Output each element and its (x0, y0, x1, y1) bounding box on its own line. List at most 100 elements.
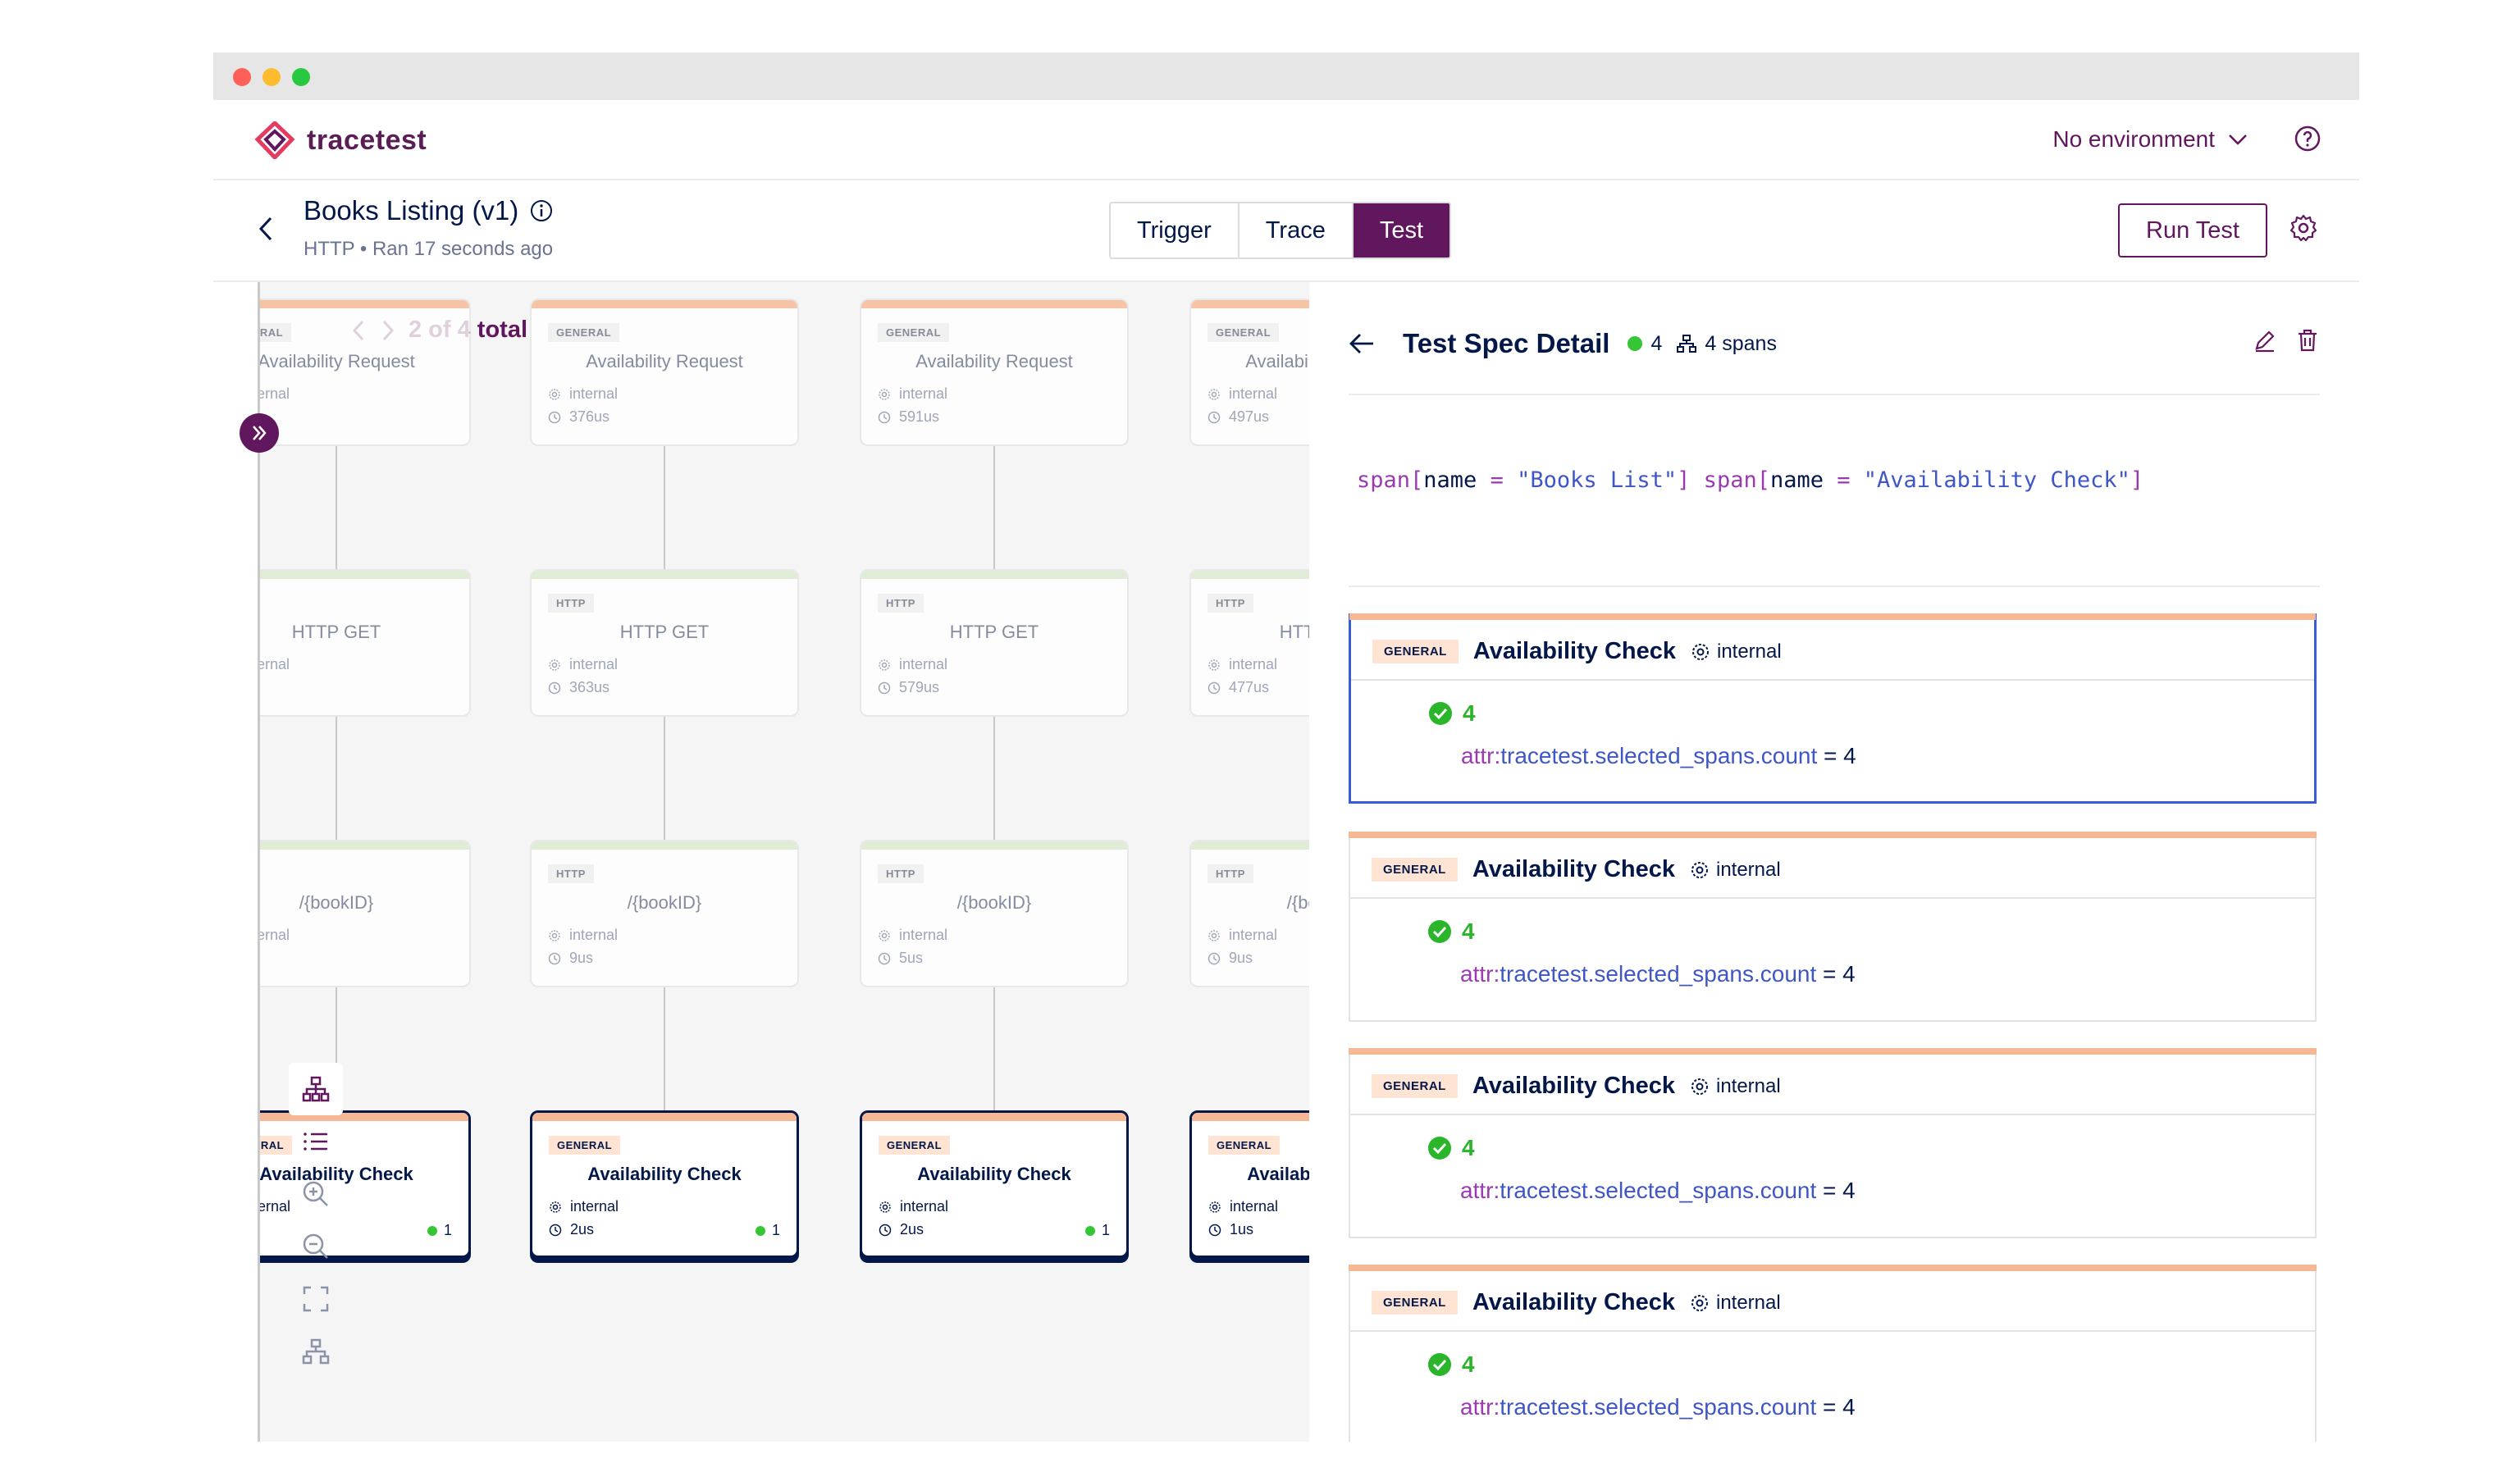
span-kind-text: internal (1229, 656, 1278, 672)
logo-icon (254, 121, 295, 159)
passed-count: 4 (1650, 331, 1663, 355)
assertion-card[interactable]: GENERAL Availability Check internal 4 attr:t… (1349, 1048, 2317, 1238)
back-button[interactable] (256, 215, 276, 247)
span-type-band (532, 841, 797, 850)
tree-layout-button[interactable] (289, 1063, 343, 1115)
card-span-name: Availability Check (1472, 856, 1675, 882)
span-node[interactable]: HTTP GETinternal (259, 569, 471, 717)
trash-icon[interactable] (2295, 328, 2320, 353)
span-node[interactable]: GENERAL Availability Request internal (259, 299, 471, 446)
span-type-band (861, 841, 1127, 850)
span-node[interactable]: GENERAL Availability Request internal 497us (1189, 299, 1309, 446)
span-name: HTTP GET (291, 622, 381, 642)
assertion-card[interactable]: GENERAL Availability Check internal 4 attr:t… (1349, 1265, 2317, 1442)
kind-gear-icon (550, 1201, 561, 1213)
double-chevron-right-icon (253, 426, 267, 440)
span-type-badge: HTTP (1208, 864, 1253, 883)
list-view-button[interactable] (289, 1115, 343, 1168)
span-name: /{bookID} (956, 892, 1032, 913)
count-text: 1 (771, 1222, 780, 1238)
span-node[interactable]: /{bookID} internal (259, 840, 471, 987)
span-kind: internal (1208, 927, 1277, 944)
span-node[interactable]: HTTP HTTP GET internal 363us (530, 569, 799, 717)
span-kind-text: internal (569, 927, 619, 943)
span-duration: 591us (878, 408, 939, 426)
span-name: /{bookID} (1286, 892, 1309, 913)
tab-trigger[interactable]: Trigger (1111, 203, 1239, 258)
kind-gear-icon (879, 929, 890, 941)
span-node[interactable]: GENERAL Availability Request internal 376us (530, 299, 799, 446)
card-divider (1350, 1114, 2315, 1115)
card-span-kind: internal (1690, 1292, 1781, 1315)
span-selector-query[interactable]: span[name = "Books List"] span[name = "A… (1357, 467, 2143, 493)
span-name: Availability Check (917, 1164, 1071, 1184)
span-type-band (1191, 571, 1309, 579)
span-node[interactable]: HTTP /{bookID} internal 9us (1189, 840, 1309, 987)
span-duration-text: 579us (899, 679, 940, 695)
card-kind-text: internal (1715, 1291, 1781, 1314)
zoom-in-button[interactable] (289, 1168, 343, 1220)
environment-selector[interactable]: No environment (2052, 126, 2248, 153)
zoom-out-button[interactable] (289, 1220, 343, 1273)
test-header-bar: Books Listing (v1) HTTP • Ran 17 seconds… (213, 180, 2359, 282)
hierarchy-button[interactable] (289, 1325, 343, 1378)
minimize-window-dot[interactable] (262, 68, 281, 86)
span-kind-text: internal (570, 1198, 619, 1215)
span-type-badge: GENERAL (548, 323, 620, 342)
span-kind-text: internal (900, 1198, 949, 1215)
settings-button[interactable] (2289, 213, 2318, 247)
app-header: tracetest No environment (213, 100, 2359, 180)
span-node[interactable]: GENERAL Availability Request internal 591us (860, 299, 1129, 446)
maximize-window-dot[interactable] (292, 68, 310, 86)
chevron-down-icon (2229, 134, 2247, 145)
card-span-kind: internal (1690, 1075, 1781, 1098)
attr-name: tracetest.selected_spans.count (1500, 1178, 1817, 1203)
assertion-card[interactable]: GENERAL Availability Check internal 4 attr:t… (1349, 832, 2317, 1022)
span-kind-text: internal (259, 656, 290, 672)
info-icon[interactable] (530, 199, 553, 222)
clock-icon (1208, 952, 1221, 964)
span-duration-text: 2us (900, 1221, 924, 1237)
graph-toolbar (289, 1063, 343, 1378)
tab-test[interactable]: Test (1353, 203, 1450, 258)
selector-token: ] span[ (1677, 467, 1770, 493)
card-header: GENERAL Availability Check internal (1372, 638, 1782, 665)
span-type-badge: GENERAL (549, 1136, 621, 1155)
expand-sidebar-button[interactable] (240, 413, 279, 453)
span-node[interactable]: GENERALAvailability Checkinternal1us1 (1189, 1110, 1309, 1258)
span-type-badge: GENERAL (1208, 323, 1280, 342)
pass-dot-icon (755, 1225, 765, 1236)
span-type-band (1191, 300, 1309, 308)
assertion-value: 4 (1843, 743, 1856, 768)
span-node[interactable]: HTTP /{bookID} internal 5us (860, 840, 1129, 987)
trace-graph-canvas[interactable]: 2 of 4 total GENERALAvailability Request… (259, 282, 1309, 1442)
span-node[interactable]: HTTP /{bookID} internal 9us (530, 840, 799, 987)
selector-token: "Availability Check" (1863, 467, 2130, 493)
edit-icon[interactable] (2253, 328, 2277, 353)
card-kind-text: internal (1716, 640, 1782, 663)
attr-prefix: attr: (1460, 961, 1500, 987)
pass-dot-icon (1084, 1225, 1095, 1236)
pass-dot-icon (1628, 336, 1643, 351)
tab-trace[interactable]: Trace (1239, 203, 1354, 258)
help-button[interactable] (2294, 125, 2321, 157)
back-arrow-icon[interactable] (1349, 332, 1375, 355)
spans-label: 4 spans (1705, 331, 1777, 355)
span-type-band (532, 571, 797, 579)
span-node[interactable]: HTTP HTTP GETinternal 477us (1189, 569, 1309, 717)
kind-gear-icon (1208, 659, 1220, 671)
close-window-dot[interactable] (233, 68, 251, 86)
logo-text: tracetest (307, 124, 427, 156)
kind-gear-icon (1208, 929, 1220, 941)
card-span-name: Availability Check (1472, 1073, 1675, 1099)
span-node[interactable]: GENERAL Availability Check internal 2us 1 (530, 1110, 799, 1258)
span-kind: internal (548, 385, 618, 403)
run-test-button[interactable]: Run Test (2118, 203, 2267, 258)
fit-view-button[interactable] (289, 1273, 343, 1325)
span-name: HTTP GET (619, 622, 710, 642)
span-node[interactable]: GENERAL Availability Check internal 2us 1 (860, 1110, 1129, 1258)
span-node[interactable]: HTTP HTTP GET internal 579us (860, 569, 1129, 717)
span-kind: internal (878, 927, 947, 944)
tracetest-logo[interactable]: tracetest (254, 121, 427, 159)
assertion-card[interactable]: GENERAL Availability Check internal 4 attr:t… (1349, 613, 2317, 804)
